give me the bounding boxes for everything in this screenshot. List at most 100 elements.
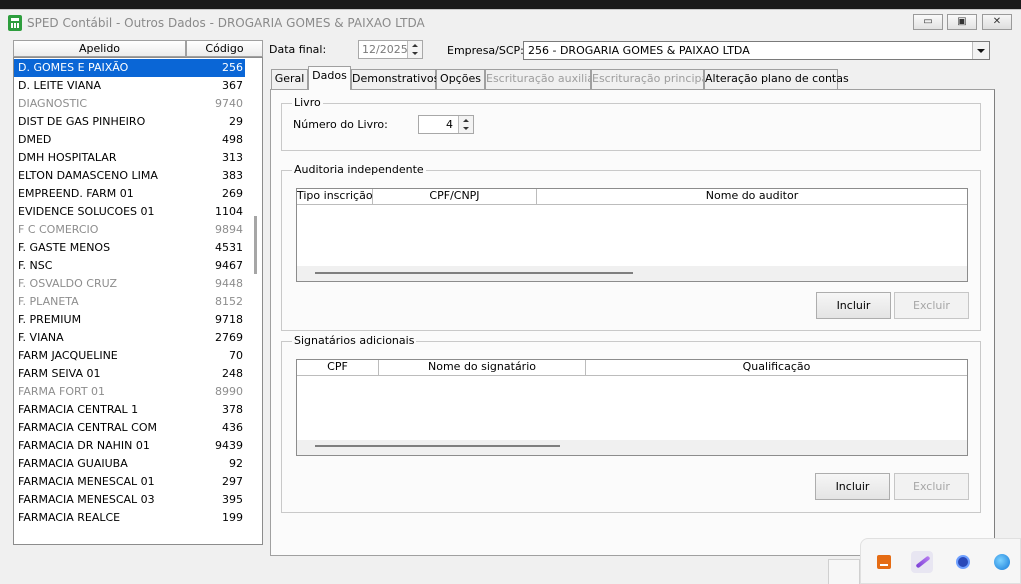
column-header-cpf[interactable]: CPF bbox=[297, 360, 379, 376]
list-item[interactable]: FARM JACQUELINE 70 bbox=[14, 347, 245, 365]
list-item[interactable]: FARMACIA MENESCAL 03 395 bbox=[14, 491, 245, 509]
minimize-button[interactable]: ▭ bbox=[913, 14, 943, 30]
list-item[interactable]: D. GOMES E PAIXÃO 256 bbox=[14, 59, 245, 77]
list-item[interactable]: DMH HOSPITALAR 313 bbox=[14, 149, 245, 167]
list-item-code: 1104 bbox=[215, 205, 243, 218]
list-item-code: 9718 bbox=[215, 313, 243, 326]
column-header-apelido[interactable]: Apelido bbox=[13, 40, 186, 57]
system-tray bbox=[860, 538, 1021, 584]
list-item-code: 297 bbox=[222, 475, 243, 488]
list-item[interactable]: DIST DE GAS PINHEIRO 29 bbox=[14, 113, 245, 131]
tab-opcoes[interactable]: Opções bbox=[436, 69, 485, 89]
list-item[interactable]: FARMACIA DR NAHIN 01 9439 bbox=[14, 437, 245, 455]
auditoria-group-label: Auditoria independente bbox=[292, 163, 426, 176]
column-header-nome-signatario[interactable]: Nome do signatário bbox=[379, 360, 586, 376]
column-header-codigo[interactable]: Código bbox=[186, 40, 263, 57]
list-item[interactable]: F. PREMIUM 9718 bbox=[14, 311, 245, 329]
spinner-arrows-icon[interactable] bbox=[458, 116, 473, 133]
list-item-name: DMH HOSPITALAR bbox=[18, 151, 117, 164]
list-item[interactable]: FARMACIA REALCE 199 bbox=[14, 509, 245, 527]
auditoria-grid[interactable]: Tipo inscrição CPF/CNPJ Nome do auditor bbox=[296, 188, 968, 282]
circle-app-icon-glyph bbox=[956, 555, 970, 569]
list-item[interactable]: FARMACIA MENESCAL 01 297 bbox=[14, 473, 245, 491]
list-item[interactable]: F. VIANA 2769 bbox=[14, 329, 245, 347]
livro-group: Livro Número do Livro: 4 bbox=[281, 96, 981, 151]
circle-app-icon[interactable] bbox=[952, 551, 974, 573]
list-item[interactable]: F. PLANETA 8152 bbox=[14, 293, 245, 311]
list-item-name: F. VIANA bbox=[18, 331, 64, 344]
auditoria-excluir-button[interactable]: Excluir bbox=[894, 292, 969, 319]
status-bar-cell bbox=[828, 559, 860, 584]
spinner-arrows-icon[interactable] bbox=[407, 41, 422, 58]
list-item-name: FARM SEIVA 01 bbox=[18, 367, 101, 380]
list-item-code: 8990 bbox=[215, 385, 243, 398]
livro-group-label: Livro bbox=[292, 96, 323, 109]
list-item[interactable]: D. LEITE VIANA 367 bbox=[14, 77, 245, 95]
numero-livro-value: 4 bbox=[446, 118, 453, 131]
list-item-code: 9439 bbox=[215, 439, 243, 452]
auditoria-hscroll-thumb[interactable] bbox=[315, 272, 633, 274]
column-header-nome-auditor[interactable]: Nome do auditor bbox=[537, 189, 967, 205]
list-item[interactable]: FARMA FORT 01 8990 bbox=[14, 383, 245, 401]
tab-geral[interactable]: Geral bbox=[271, 69, 308, 89]
list-item-code: 4531 bbox=[215, 241, 243, 254]
column-header-qualificacao[interactable]: Qualificação bbox=[586, 360, 967, 376]
list-item-code: 256 bbox=[222, 61, 243, 74]
tab-panel-dados: Livro Número do Livro: 4 Auditoria indep… bbox=[270, 89, 995, 556]
list-item[interactable]: DMED 498 bbox=[14, 131, 245, 149]
numero-livro-spinner[interactable]: 4 bbox=[418, 115, 474, 134]
list-item[interactable]: F. NSC 9467 bbox=[14, 257, 245, 275]
signatarios-hscroll-thumb[interactable] bbox=[315, 445, 560, 447]
list-item-name: ELTON DAMASCENO LIMA bbox=[18, 169, 158, 182]
pen-icon[interactable] bbox=[911, 551, 933, 573]
chevron-down-icon[interactable] bbox=[972, 42, 989, 59]
list-item-name: FARMA FORT 01 bbox=[18, 385, 106, 398]
signatarios-hscroll[interactable] bbox=[297, 440, 967, 455]
list-item-name: EVIDENCE SOLUCOES 01 bbox=[18, 205, 155, 218]
list-item[interactable]: FARM SEIVA 01 248 bbox=[14, 365, 245, 383]
list-item-code: 378 bbox=[222, 403, 243, 416]
list-scrollbar[interactable] bbox=[254, 216, 257, 274]
globe-icon[interactable] bbox=[991, 551, 1013, 573]
company-list[interactable]: D. GOMES E PAIXÃO 256 D. LEITE VIANA 367 DIA… bbox=[13, 57, 263, 545]
signatarios-excluir-button[interactable]: Excluir bbox=[894, 473, 969, 500]
tab-alteracao-plano-de-contas[interactable]: Alteração plano de contas bbox=[704, 69, 849, 89]
tab-escrituracao-auxiliar[interactable]: Escrituração auxiliar bbox=[485, 69, 599, 89]
list-item[interactable]: FARMACIA CENTRAL 1 378 bbox=[14, 401, 245, 419]
column-header-cpf-cnpj[interactable]: CPF/CNPJ bbox=[373, 189, 537, 205]
tab-demonstrativos[interactable]: Demonstrativos bbox=[351, 69, 439, 89]
tab-escrituracao-principal[interactable]: Escrituração principal bbox=[591, 69, 711, 89]
data-final-spinner[interactable]: 12/2025 bbox=[358, 40, 423, 59]
close-button[interactable]: ✕ bbox=[982, 14, 1012, 30]
empresa-value: 256 - DROGARIA GOMES & PAIXAO LTDA bbox=[528, 44, 750, 57]
java-icon[interactable] bbox=[873, 551, 895, 573]
maximize-button[interactable]: ▣ bbox=[947, 14, 977, 30]
list-item-name: DIST DE GAS PINHEIRO bbox=[18, 115, 146, 128]
top-edge bbox=[0, 0, 1021, 9]
list-item[interactable]: F. OSVALDO CRUZ 9448 bbox=[14, 275, 245, 293]
list-item-code: 9467 bbox=[215, 259, 243, 272]
list-item-name: F. PREMIUM bbox=[18, 313, 82, 326]
list-item[interactable]: F. GASTE MENOS 4531 bbox=[14, 239, 245, 257]
empresa-select[interactable]: 256 - DROGARIA GOMES & PAIXAO LTDA bbox=[523, 41, 990, 60]
list-item[interactable]: FARMACIA GUAIUBA 92 bbox=[14, 455, 245, 473]
column-header-tipo-inscricao[interactable]: Tipo inscrição bbox=[297, 189, 373, 205]
auditoria-hscroll[interactable] bbox=[297, 266, 967, 281]
signatarios-incluir-button[interactable]: Incluir bbox=[815, 473, 890, 500]
app-icon bbox=[8, 15, 22, 31]
list-item-name: F. NSC bbox=[18, 259, 53, 272]
list-item[interactable]: FARMACIA CENTRAL COM 436 bbox=[14, 419, 245, 437]
list-item-name: FARMACIA CENTRAL 1 bbox=[18, 403, 139, 416]
list-item-name: FARMACIA CENTRAL COM bbox=[18, 421, 158, 434]
list-item[interactable]: EMPREEND. FARM 01 269 bbox=[14, 185, 245, 203]
list-item-name: F. OSVALDO CRUZ bbox=[18, 277, 118, 290]
list-item[interactable]: EVIDENCE SOLUCOES 01 1104 bbox=[14, 203, 245, 221]
list-item[interactable]: F C COMERCIO 9894 bbox=[14, 221, 245, 239]
list-item-code: 29 bbox=[229, 115, 243, 128]
auditoria-incluir-button[interactable]: Incluir bbox=[816, 292, 891, 319]
list-item[interactable]: DIAGNOSTIC 9740 bbox=[14, 95, 245, 113]
list-item[interactable]: ELTON DAMASCENO LIMA 383 bbox=[14, 167, 245, 185]
tab-dados[interactable]: Dados bbox=[308, 66, 351, 90]
signatarios-grid[interactable]: CPF Nome do signatário Qualificação bbox=[296, 359, 968, 456]
list-item-code: 9448 bbox=[215, 277, 243, 290]
